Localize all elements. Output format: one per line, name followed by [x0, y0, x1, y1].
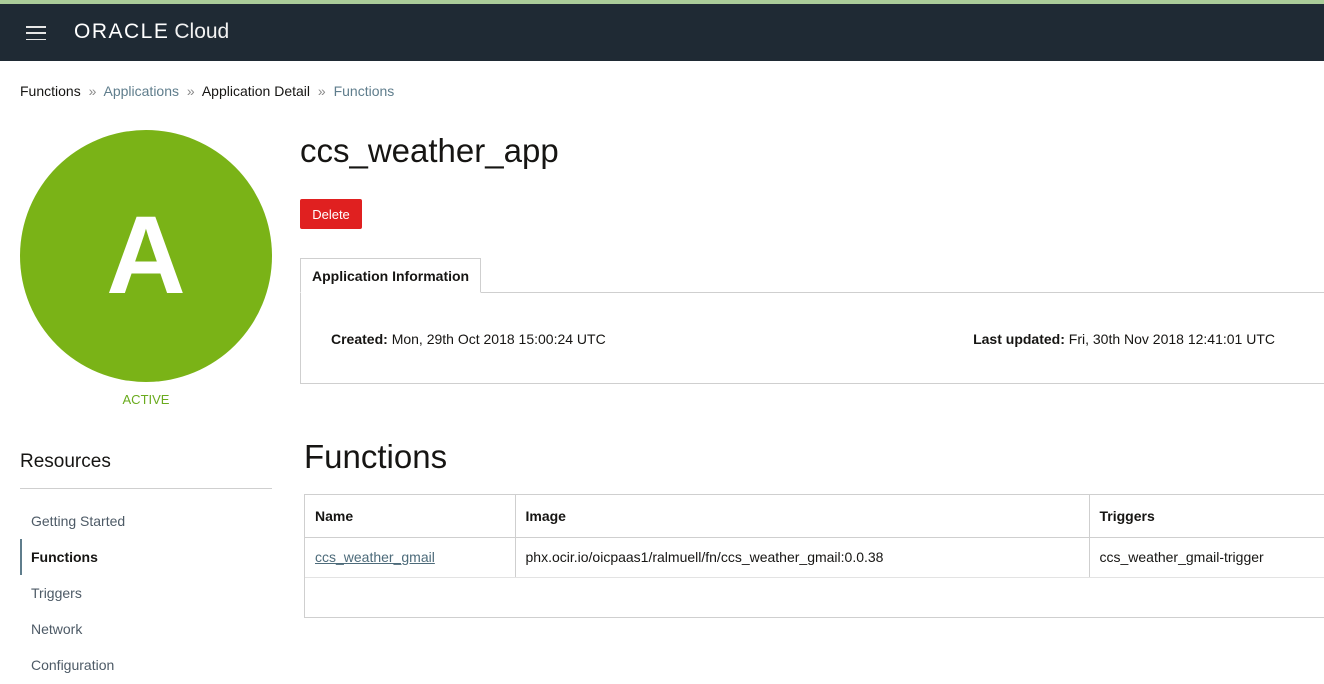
resource-item-getting-started[interactable]: Getting Started	[20, 503, 272, 539]
breadcrumb: Functions » Applications » Application D…	[20, 83, 394, 99]
brand-logo-text: ORACLE	[74, 20, 170, 43]
application-avatar: A	[20, 130, 272, 382]
brand-product-text: Cloud	[174, 20, 230, 43]
functions-table: Name Image Triggers ccs_weather_gmail ph…	[305, 495, 1324, 578]
oracle-cloud-logo[interactable]: ORACLE Cloud	[74, 20, 229, 46]
last-updated-field: Last updated: Fri, 30th Nov 2018 12:41:0…	[973, 331, 1275, 347]
resource-item-triggers[interactable]: Triggers	[20, 575, 272, 611]
function-triggers-cell: ccs_weather_gmail-trigger	[1088, 537, 1324, 578]
avatar-letter: A	[106, 194, 186, 317]
table-row: ccs_weather_gmail phx.ocir.io/oicpaas1/r…	[305, 537, 1324, 578]
last-updated-label: Last updated:	[973, 331, 1065, 347]
application-title: ccs_weather_app	[300, 132, 559, 169]
resources-divider	[20, 488, 272, 489]
resource-item-network[interactable]: Network	[20, 611, 272, 647]
function-name-link[interactable]: ccs_weather_gmail	[305, 537, 515, 578]
resources-heading: Resources	[20, 451, 111, 472]
table-header-row: Name Image Triggers	[305, 495, 1324, 538]
delete-button[interactable]: Delete	[300, 199, 362, 229]
column-header-name[interactable]: Name	[305, 495, 515, 538]
top-navigation-bar: ORACLE Cloud	[0, 4, 1324, 61]
created-field: Created: Mon, 29th Oct 2018 15:00:24 UTC	[331, 331, 606, 347]
breadcrumb-applications[interactable]: Applications	[104, 83, 180, 99]
tab-application-information[interactable]: Application Information	[300, 258, 482, 293]
application-status-label: ACTIVE	[122, 392, 170, 407]
functions-table-container: Name Image Triggers ccs_weather_gmail ph…	[304, 494, 1324, 618]
created-label: Created:	[331, 331, 388, 347]
breadcrumb-functions-root[interactable]: Functions	[20, 83, 81, 99]
column-header-triggers[interactable]: Triggers	[1088, 495, 1324, 538]
resource-item-configuration[interactable]: Configuration	[20, 647, 272, 683]
application-info-panel: Created: Mon, 29th Oct 2018 15:00:24 UTC…	[300, 292, 1324, 384]
created-value: Mon, 29th Oct 2018 15:00:24 UTC	[391, 331, 606, 347]
last-updated-value: Fri, 30th Nov 2018 12:41:01 UTC	[1068, 331, 1275, 347]
functions-section-title: Functions	[304, 438, 448, 475]
breadcrumb-separator: »	[186, 83, 195, 99]
function-image-cell: phx.ocir.io/oicpaas1/ralmuell/fn/ccs_wea…	[514, 537, 1089, 578]
hamburger-menu-icon[interactable]	[26, 26, 46, 40]
breadcrumb-separator: »	[317, 83, 326, 99]
resource-item-functions[interactable]: Functions	[20, 539, 272, 575]
column-header-image[interactable]: Image	[514, 495, 1089, 538]
resources-nav: Getting Started Functions Triggers Netwo…	[20, 503, 272, 683]
breadcrumb-separator: »	[88, 83, 97, 99]
breadcrumb-functions-current[interactable]: Functions	[334, 83, 395, 99]
breadcrumb-application-detail[interactable]: Application Detail	[202, 83, 310, 99]
